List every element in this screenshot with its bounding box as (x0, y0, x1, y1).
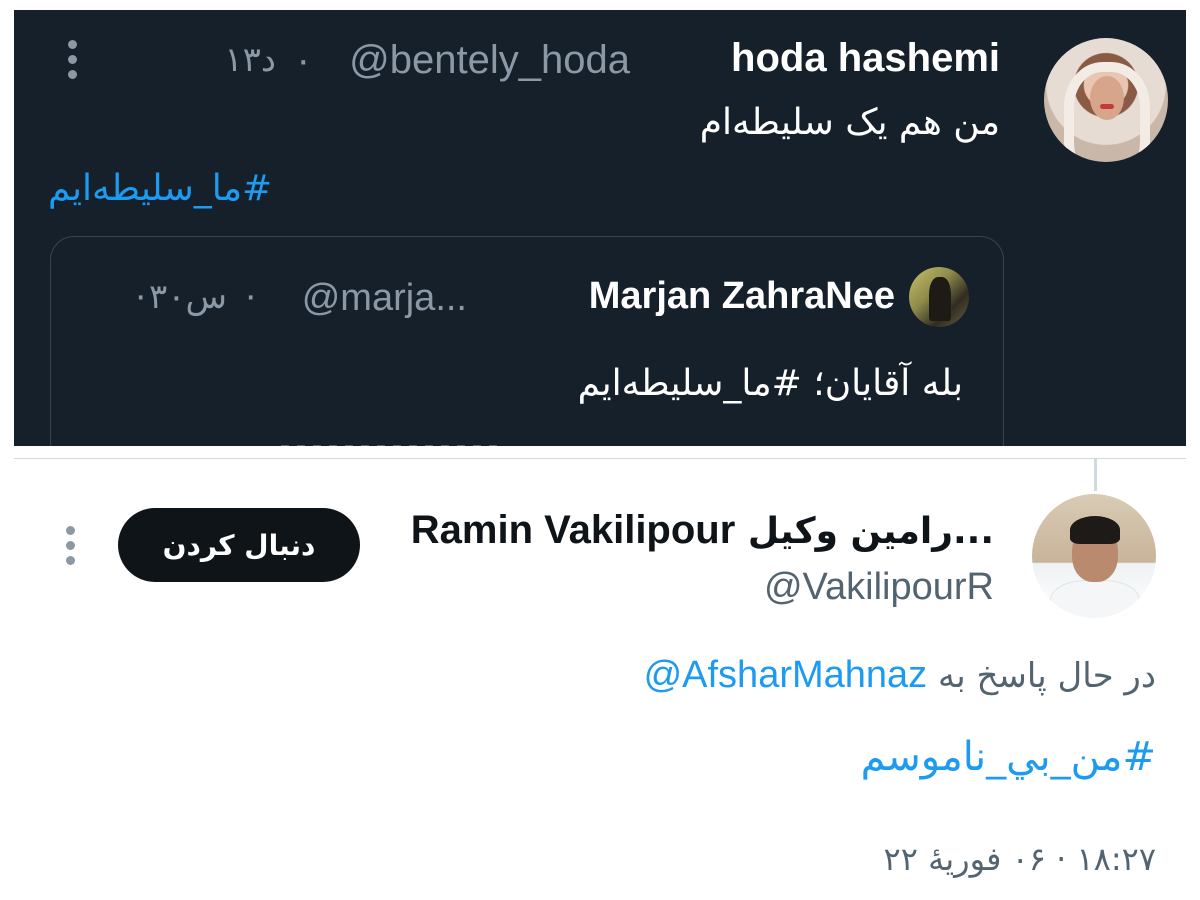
quoted-author-name[interactable]: Marjan ZahraNee (589, 275, 895, 318)
quoted-tweet-text: بله آقایان؛ #ما_سلیطه‌ایم (577, 363, 963, 404)
tweet-time[interactable]: ۱۳د (224, 40, 276, 80)
separator-dot: · (296, 38, 310, 82)
more-vertical-icon[interactable] (64, 526, 76, 570)
thread-connector (1094, 459, 1097, 491)
separator-dot: · (244, 275, 257, 317)
tweet-hashtag-link[interactable]: #من_بي_ناموسم (861, 734, 1156, 780)
quoted-tweet-time[interactable]: ۳۰س (149, 277, 227, 317)
more-vertical-icon[interactable] (66, 40, 78, 84)
quoted-tweet-card[interactable]: Marjan ZahraNee @marja... · ۳۰س · بله آق… (50, 236, 1004, 446)
top-tweet[interactable]: hoda hashemi @bentely_hoda · ۱۳د من هم ی… (14, 10, 1186, 446)
avatar-figure (929, 277, 951, 321)
avatar-hair (1070, 516, 1120, 544)
author-handle[interactable]: @VakilipourR (764, 566, 994, 609)
author-handle[interactable]: @bentely_hoda (349, 38, 630, 83)
tweet-hashtag-link[interactable]: #ما_سلیطه‌ایم (48, 168, 272, 209)
tweet-timestamp[interactable]: ۱۸:۲۷ · ۰۶ فوریهٔ ۲۲ (884, 840, 1156, 878)
avatar-face (1090, 76, 1124, 120)
tweet-text: من هم یک سلیطه‌ام (699, 102, 1000, 143)
cropped-content-edge (281, 445, 501, 446)
author-avatar[interactable] (1032, 494, 1156, 618)
avatar-lips (1100, 104, 1114, 109)
reply-prefix: در حال پاسخ به (937, 656, 1156, 696)
author-name[interactable]: ...رامین وکیل Ramin Vakilipour (411, 508, 994, 553)
separator-dot: · (134, 275, 147, 317)
author-name-fa: ...رامین وکیل (747, 511, 994, 552)
author-name-en: Ramin Vakilipour (410, 508, 736, 552)
replying-to: در حال پاسخ به @AfsharMahnaz (644, 654, 1156, 697)
avatar-shirt (1050, 580, 1140, 618)
author-avatar[interactable] (1044, 38, 1168, 162)
reply-mention-link[interactable]: @AfsharMahnaz (644, 654, 928, 696)
author-name[interactable]: hoda hashemi (731, 36, 1000, 81)
follow-button[interactable]: دنبال کردن (118, 508, 360, 582)
quoted-author-avatar[interactable] (909, 267, 969, 327)
quoted-author-handle[interactable]: @marja... (302, 277, 467, 320)
image-divider (14, 458, 1186, 459)
